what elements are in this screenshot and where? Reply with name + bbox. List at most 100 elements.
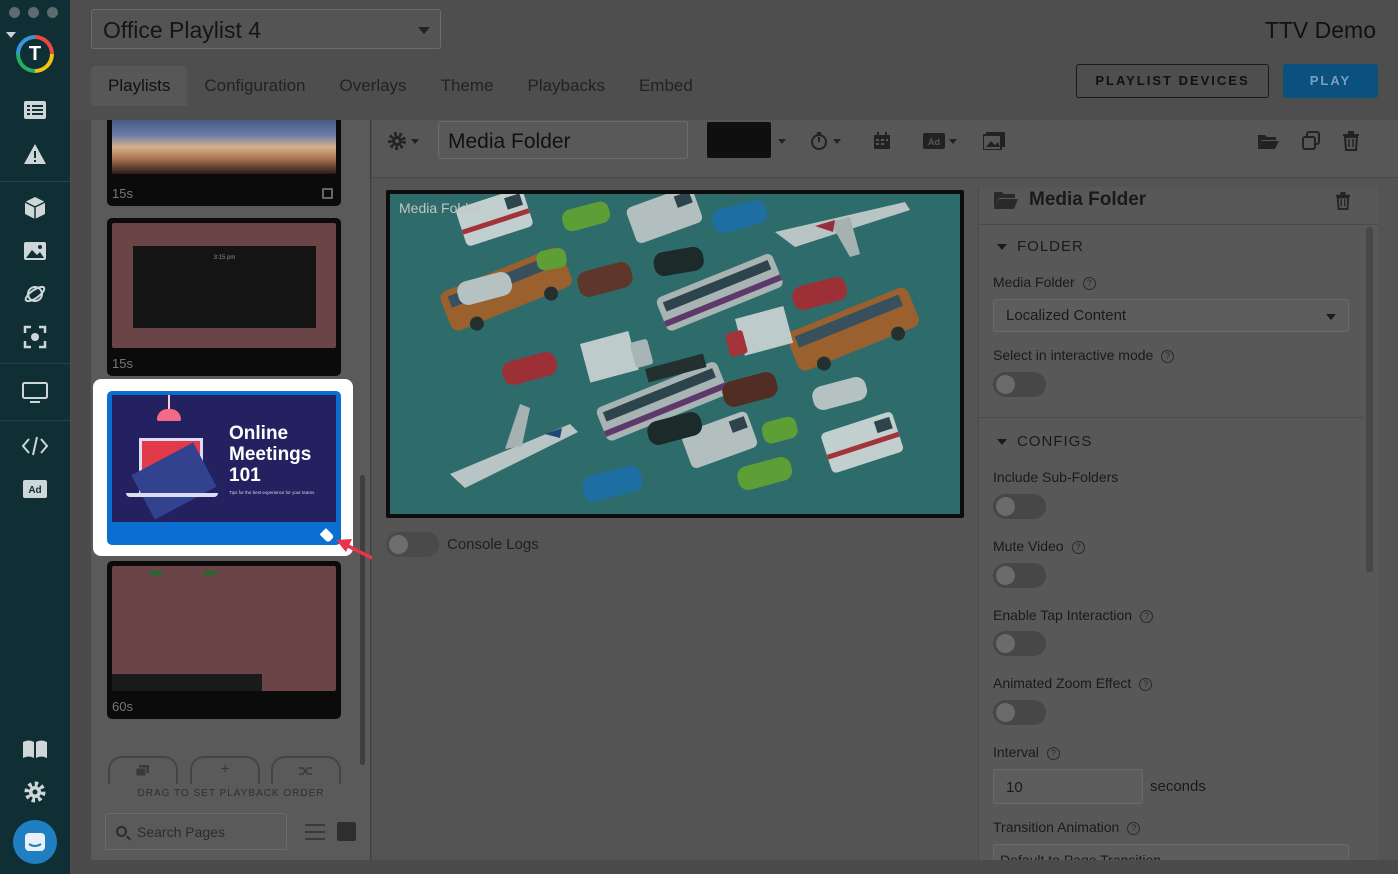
- book-icon[interactable]: [20, 734, 50, 764]
- help-icon[interactable]: ?: [1139, 678, 1153, 691]
- tab-bar: Playlists Configuration Overlays Theme P…: [91, 66, 710, 106]
- zoom-window-dot[interactable]: [47, 7, 58, 18]
- chat-avatar-icon[interactable]: [13, 820, 57, 864]
- monitor-icon[interactable]: [20, 378, 50, 408]
- page-editor: Media Folder Ad Media Folder Console Log…: [372, 120, 1398, 860]
- preview-label: Media Folder: [399, 200, 481, 216]
- playlist-dropdown[interactable]: Office Playlist 4: [91, 9, 441, 49]
- page-duration: 15s: [112, 186, 133, 201]
- include-sub-folders-label: Include Sub-Folders: [993, 469, 1119, 485]
- slide-subtitle: Tips for the best experience for your te…: [229, 490, 315, 495]
- rail-divider: [0, 420, 70, 421]
- gear-icon[interactable]: [20, 777, 50, 807]
- warning-icon[interactable]: [20, 139, 50, 169]
- select-interactive-toggle[interactable]: [993, 372, 1046, 397]
- color-dropdown-caret-icon[interactable]: [774, 130, 786, 152]
- playlist-devices-button[interactable]: PLAYLIST DEVICES: [1076, 64, 1269, 98]
- properties-title: Media Folder: [1029, 189, 1147, 210]
- tab-theme[interactable]: Theme: [424, 66, 511, 106]
- duplicate-page-button[interactable]: [108, 756, 178, 784]
- play-button[interactable]: PLAY: [1283, 64, 1378, 98]
- interval-input[interactable]: 10: [993, 769, 1143, 804]
- tap-interaction-label: Enable Tap Interaction?: [993, 607, 1154, 623]
- image-icon[interactable]: [20, 236, 50, 266]
- tab-playlists[interactable]: Playlists: [91, 66, 188, 106]
- list-icon[interactable]: [20, 95, 50, 125]
- add-page-button[interactable]: +: [190, 756, 260, 784]
- folder-section-toggle[interactable]: FOLDER: [997, 238, 1084, 255]
- pages-scrollbar[interactable]: [360, 475, 365, 765]
- schedule-calendar-icon[interactable]: [873, 130, 891, 152]
- delete-trash-icon[interactable]: [1342, 130, 1360, 152]
- folder-icon: [994, 192, 1018, 209]
- properties-panel: Media Folder FOLDER Media Folder? Locali…: [978, 187, 1378, 860]
- open-folder-icon[interactable]: [1257, 130, 1279, 152]
- tab-playbacks[interactable]: Playbacks: [510, 66, 621, 106]
- interval-label: Interval?: [993, 744, 1060, 760]
- page-thumbnail[interactable]: 60s: [107, 561, 341, 719]
- cube-icon[interactable]: [20, 193, 50, 223]
- list-view-icon[interactable]: [305, 824, 325, 840]
- grid-view-icon[interactable]: [337, 822, 356, 841]
- help-icon[interactable]: ?: [1046, 747, 1060, 760]
- timer-icon[interactable]: [809, 130, 841, 152]
- help-icon[interactable]: ?: [1071, 541, 1085, 554]
- page-name-value: Media Folder: [448, 130, 571, 153]
- page-duration: 15s: [112, 356, 133, 371]
- planet-icon[interactable]: [20, 279, 50, 309]
- ad-icon[interactable]: Ad: [20, 474, 50, 504]
- delete-widget-trash-icon[interactable]: [1335, 192, 1351, 210]
- app-rail: T Ad: [0, 0, 70, 874]
- media-folder-select[interactable]: Localized Content: [993, 299, 1349, 332]
- zoom-effect-toggle[interactable]: [993, 700, 1046, 725]
- svg-text:Ad: Ad: [28, 485, 41, 496]
- background-color-swatch[interactable]: [707, 122, 771, 158]
- console-logs-row: Console Logs: [386, 532, 539, 557]
- laptop-illustration: [131, 438, 217, 520]
- page-thumbnail[interactable]: 15s: [107, 120, 341, 206]
- top-bar: Office Playlist 4 TTV Demo Playlists Con…: [70, 0, 1398, 120]
- scan-icon[interactable]: [20, 322, 50, 352]
- svg-text:Ad: Ad: [928, 137, 940, 147]
- mute-video-toggle[interactable]: [993, 563, 1046, 588]
- media-library-icon[interactable]: [983, 130, 1005, 152]
- page-thumbnail-selected[interactable]: Online Meetings 101 Tips for the best ex…: [107, 391, 341, 545]
- page-duration: 60s: [112, 699, 133, 714]
- rail-menu-caret-icon[interactable]: [6, 32, 16, 38]
- drag-hint: DRAG TO SET PLAYBACK ORDER: [137, 788, 325, 799]
- properties-scrollbar[interactable]: [1366, 227, 1373, 572]
- tap-interaction-toggle[interactable]: [993, 631, 1046, 656]
- tab-overlays[interactable]: Overlays: [322, 66, 423, 106]
- configs-section-toggle[interactable]: CONFIGS: [997, 433, 1092, 450]
- media-folder-label: Media Folder?: [993, 274, 1096, 290]
- help-icon[interactable]: ?: [1127, 822, 1141, 835]
- help-icon[interactable]: ?: [1082, 277, 1096, 290]
- search-placeholder: Search Pages: [137, 824, 225, 840]
- help-icon[interactable]: ?: [1140, 610, 1154, 623]
- tab-configuration[interactable]: Configuration: [187, 66, 322, 106]
- ad-settings-icon[interactable]: Ad: [923, 130, 957, 152]
- shuffle-button[interactable]: [271, 756, 341, 784]
- editor-toolbar: Media Folder Ad: [372, 120, 1398, 178]
- minimize-window-dot[interactable]: [28, 7, 39, 18]
- app-logo[interactable]: T: [16, 35, 54, 73]
- help-icon[interactable]: ?: [1161, 350, 1175, 363]
- clock-text: 3:15 pm: [213, 255, 236, 261]
- transition-select[interactable]: Default to Page Transition: [993, 844, 1349, 860]
- close-window-dot[interactable]: [9, 7, 20, 18]
- page-thumbnail[interactable]: 3:15 pm 15s: [107, 218, 341, 376]
- vehicles-illustration: [440, 194, 919, 502]
- include-sub-folders-toggle[interactable]: [993, 494, 1046, 519]
- duplicate-icon[interactable]: [1301, 130, 1321, 152]
- page-settings-gear-icon[interactable]: [387, 130, 419, 152]
- page-preview-image: Online Meetings 101 Tips for the best ex…: [112, 395, 336, 522]
- page-preview[interactable]: Media Folder: [386, 190, 964, 518]
- page-preview-image: [112, 566, 336, 691]
- code-icon[interactable]: [20, 431, 50, 461]
- search-pages-field[interactable]: Search Pages: [105, 813, 287, 850]
- console-logs-toggle[interactable]: [386, 532, 439, 557]
- page-name-input[interactable]: Media Folder: [438, 121, 688, 159]
- calendar-icon[interactable]: [322, 188, 333, 199]
- tab-embed[interactable]: Embed: [622, 66, 710, 106]
- account-name: TTV Demo: [1264, 17, 1376, 43]
